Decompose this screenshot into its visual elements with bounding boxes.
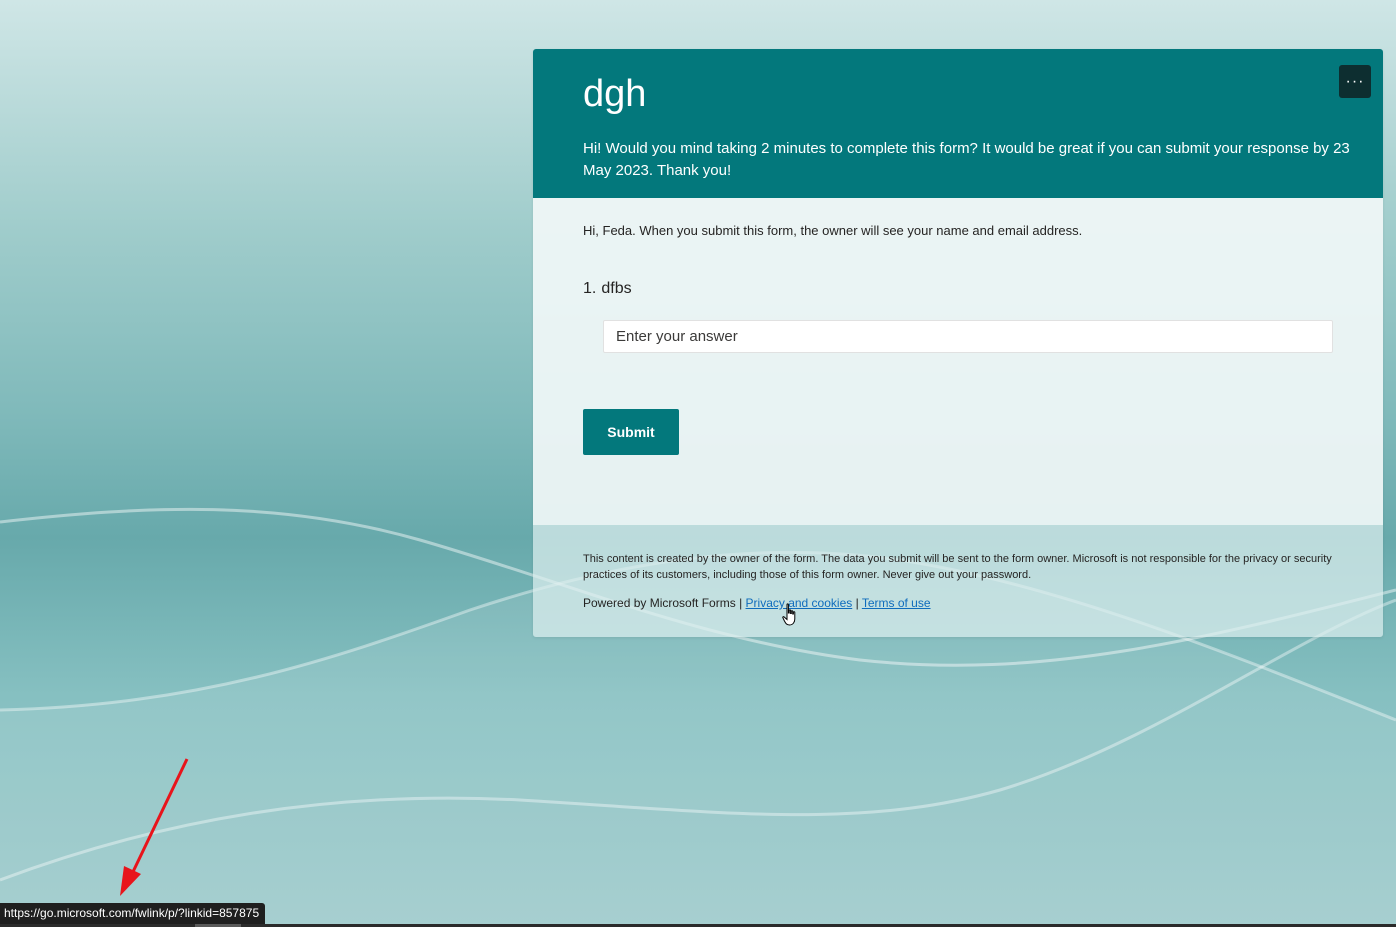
answer-input[interactable] — [603, 320, 1333, 353]
hand-pointer-icon — [782, 603, 796, 626]
terms-of-use-link[interactable]: Terms of use — [862, 596, 931, 610]
footer-disclaimer: This content is created by the owner of … — [583, 553, 1332, 581]
form-description: Hi! Would you mind taking 2 minutes to c… — [583, 140, 1350, 179]
status-bar-url: https://go.microsoft.com/fwlink/p/?linki… — [0, 903, 266, 924]
more-options-button[interactable]: ··· — [1339, 65, 1371, 98]
form-title: dgh — [583, 73, 647, 115]
question-text: dfbs — [601, 280, 632, 297]
ellipsis-icon: ··· — [1345, 72, 1365, 90]
question-number: 1. — [583, 280, 597, 297]
form-footer: This content is created by the owner of … — [533, 525, 1383, 637]
identity-notice: Hi, Feda. When you submit this form, the… — [583, 223, 1083, 238]
separator: | — [855, 596, 859, 610]
submit-button[interactable]: Submit — [583, 409, 679, 455]
form-body: Hi, Feda. When you submit this form, the… — [533, 198, 1383, 525]
question-1: 1. dfbs — [583, 280, 632, 298]
separator: | — [739, 596, 743, 610]
powered-by-line: Powered by Microsoft Forms | Privacy and… — [583, 596, 931, 610]
form-card: dgh Hi! Would you mind taking 2 minutes … — [533, 49, 1383, 637]
powered-by-text: Powered by Microsoft Forms — [583, 596, 736, 610]
form-header: dgh Hi! Would you mind taking 2 minutes … — [533, 49, 1383, 198]
